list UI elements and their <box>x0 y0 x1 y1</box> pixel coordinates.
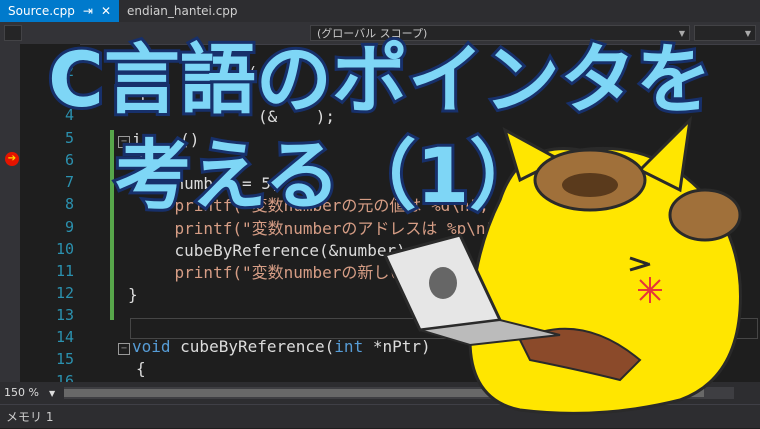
code-line: (& ); <box>258 107 336 126</box>
line-number: 7 <box>64 173 74 191</box>
chevron-down-icon: ▼ <box>678 29 685 38</box>
line-number: 5 <box>64 129 74 147</box>
line-number: 3 <box>64 84 74 102</box>
code-line: { <box>136 359 146 378</box>
member-dropdown[interactable]: ▼ <box>694 25 756 41</box>
line-number: 11 <box>55 262 74 280</box>
editor-status-bar: 150 % ▼ <box>0 382 760 404</box>
keyword: void <box>132 337 171 356</box>
tab-source-cpp[interactable]: Source.cpp ⇥ ✕ <box>0 0 119 22</box>
glyph-margin[interactable]: ➔ <box>0 44 20 382</box>
breakpoint-arrow-icon[interactable]: ➔ <box>5 152 19 166</box>
line-number: 9 <box>64 218 74 236</box>
horizontal-scrollbar[interactable] <box>64 387 734 399</box>
tab-label: Source.cpp <box>8 4 75 18</box>
zoom-level: 150 % <box>4 386 39 399</box>
parameter: *nPtr) <box>363 337 431 356</box>
close-icon[interactable]: ✕ <box>101 4 111 18</box>
line-number: 6 <box>64 151 74 169</box>
code-line: { <box>136 152 146 171</box>
line-number: 10 <box>55 240 74 258</box>
memory-tab-label: メモリ 1 <box>6 410 54 424</box>
line-number: 12 <box>55 284 74 302</box>
tab-endian-hantei-cpp[interactable]: endian_hantei.cpp <box>119 0 246 22</box>
fold-toggle-icon[interactable]: − <box>118 343 130 355</box>
code-line: { <box>138 85 148 104</box>
zoom-dropdown[interactable]: 150 % ▼ <box>4 386 55 399</box>
code-line: } <box>128 285 138 304</box>
code-line-function-signature: void cubeByReference(int *nPtr) <box>132 336 431 358</box>
chevron-down-icon: ▼ <box>744 29 751 38</box>
line-number: 14 <box>55 328 74 346</box>
code-line: t( <box>238 63 258 82</box>
code-line: printf("変数numberのアドレスは %p\n", <box>136 219 505 238</box>
tab-label: endian_hantei.cpp <box>127 4 238 18</box>
current-line-highlight <box>130 318 758 339</box>
scrollbar-thumb[interactable] <box>64 389 704 397</box>
output-panel-tab[interactable]: メモリ 1 <box>0 404 760 428</box>
navigation-bar: (グローバル スコープ) ▼ ▼ <box>0 22 760 45</box>
line-number: 2 <box>64 62 74 80</box>
keyword: int <box>334 337 364 356</box>
function-name: cubeByReference( <box>170 337 335 356</box>
line-number: 4 <box>64 106 74 124</box>
pin-icon[interactable]: ⇥ <box>83 4 93 18</box>
document-tab-bar: Source.cpp ⇥ ✕ endian_hantei.cpp <box>0 0 760 22</box>
code-line: number = 5; <box>136 174 281 193</box>
line-number: 8 <box>64 195 74 213</box>
project-icon[interactable] <box>4 25 22 41</box>
line-number: 15 <box>55 350 74 368</box>
scope-dropdown[interactable]: (グローバル スコープ) ▼ <box>310 25 690 41</box>
code-line: printf("変数numberの新しい <box>136 263 406 282</box>
code-line: i () <box>132 130 200 149</box>
code-line: cubeByReference(&number); <box>136 241 416 260</box>
fold-toggle-icon[interactable]: − <box>118 136 130 148</box>
change-tracking-bar <box>110 130 114 320</box>
scope-label: (グローバル スコープ) <box>317 27 428 40</box>
line-number-gutter: 2 3 4 5 6 7 8 9 10 11 12 13 14 15 16 <box>20 44 80 390</box>
code-line: printf("変数numberの元の値は %d\n", <box>136 196 489 215</box>
chevron-down-icon: ▼ <box>48 389 56 398</box>
line-number: 13 <box>55 306 74 324</box>
